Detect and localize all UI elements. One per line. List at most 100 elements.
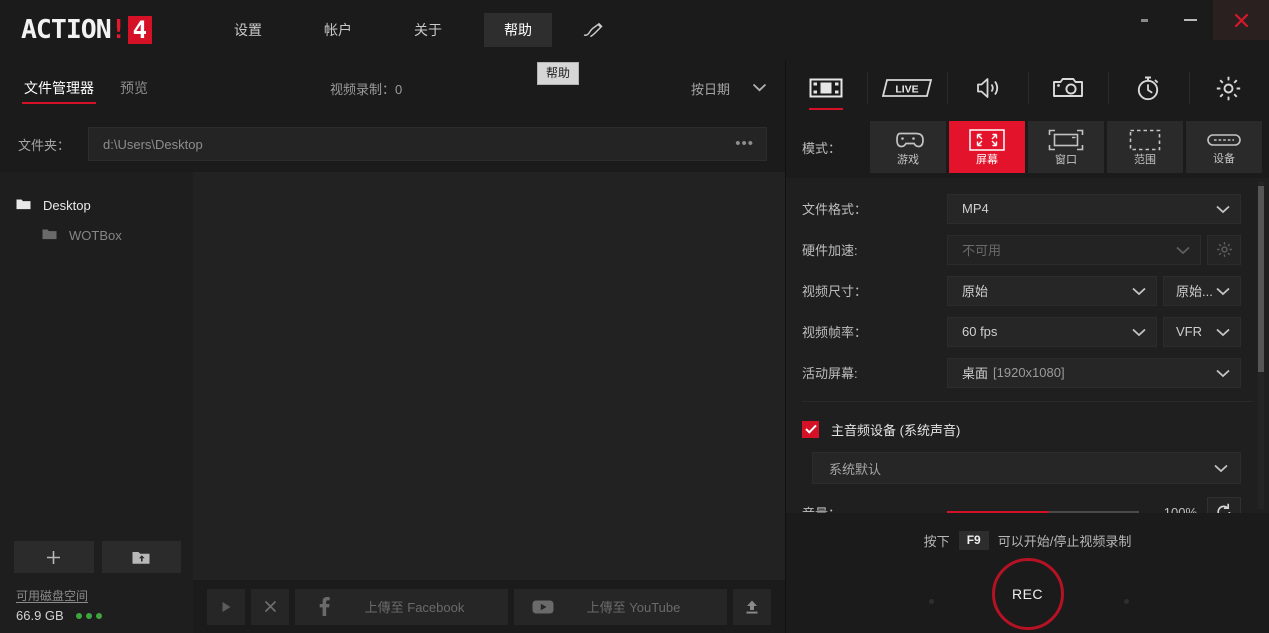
upload-button[interactable] bbox=[733, 589, 771, 625]
logo-text: ACTION! bbox=[21, 17, 126, 43]
hardware-accel-value: 不可用 bbox=[962, 240, 1001, 259]
volume-label: 音量： bbox=[802, 503, 947, 514]
framerate-mode-select[interactable]: VFR bbox=[1163, 317, 1241, 347]
framerate-select[interactable]: 60 fps bbox=[947, 317, 1157, 347]
mode-button-label: 窗口 bbox=[1055, 154, 1077, 166]
settings-scrollbar-thumb[interactable] bbox=[1258, 186, 1264, 372]
device-icon bbox=[1206, 130, 1242, 150]
disk-space-indicator bbox=[76, 613, 102, 619]
delete-button[interactable] bbox=[251, 589, 289, 625]
menu-about[interactable]: 关于 bbox=[394, 13, 462, 47]
hardware-accel-label: 硬件加速: bbox=[802, 240, 947, 259]
video-size-value: 原始 bbox=[962, 281, 988, 300]
facebook-icon bbox=[311, 597, 337, 616]
settings-divider bbox=[802, 401, 1253, 402]
ellipsis-icon[interactable]: ••• bbox=[735, 139, 754, 149]
record-button[interactable]: REC bbox=[992, 558, 1064, 630]
live-icon: LIVE bbox=[881, 76, 933, 100]
menu-settings[interactable]: 设置 bbox=[214, 13, 282, 47]
mode-button-label: 屏幕 bbox=[976, 154, 998, 166]
play-button[interactable] bbox=[207, 589, 245, 625]
file-action-bar: 上傳至 Facebook 上傳至 YouTube bbox=[193, 580, 785, 633]
folder-path-input[interactable]: d:\Users\Desktop ••• bbox=[88, 127, 767, 161]
folder-tree: Desktop WOTBox bbox=[0, 190, 193, 541]
tab-preview[interactable]: 预览 bbox=[118, 71, 150, 105]
hotkey-suffix: 可以开始/停止视频录制 bbox=[998, 531, 1132, 550]
tree-item-wotbox[interactable]: WOTBox bbox=[0, 220, 193, 250]
menu-account[interactable]: 帐户 bbox=[304, 13, 372, 47]
tab-video[interactable] bbox=[786, 60, 867, 116]
upload-facebook-button[interactable]: 上傳至 Facebook bbox=[295, 589, 508, 625]
sort-control[interactable]: 按日期 bbox=[691, 79, 767, 98]
video-size-preset-value: 原始... bbox=[1176, 281, 1213, 300]
pen-icon[interactable] bbox=[580, 17, 606, 43]
file-list[interactable] bbox=[193, 172, 785, 580]
tab-screenshot[interactable] bbox=[1028, 60, 1109, 116]
tab-file-manager[interactable]: 文件管理器 bbox=[22, 71, 96, 105]
video-size-select[interactable]: 原始 bbox=[947, 276, 1157, 306]
film-strip-icon bbox=[809, 75, 843, 101]
mode-buttons: 游戏 屏幕 窗口 范围 bbox=[870, 121, 1262, 173]
file-format-select[interactable]: MP4 bbox=[947, 194, 1241, 224]
active-screen-label: 活动屏幕: bbox=[802, 363, 947, 382]
file-manager-panel: 文件管理器 预览 视频录制：0 按日期 文件夹： d:\Users\Deskto… bbox=[0, 60, 785, 633]
disk-space-label: 可用磁盘空间 bbox=[16, 587, 193, 604]
mode-region-button[interactable]: 范围 bbox=[1107, 121, 1183, 173]
window-controls bbox=[1121, 0, 1269, 46]
mode-device-button[interactable]: 设备 bbox=[1186, 121, 1262, 173]
upload-youtube-label: 上傳至 YouTube bbox=[566, 597, 727, 616]
tab-benchmark[interactable] bbox=[1108, 60, 1189, 116]
mode-window-button[interactable]: 窗口 bbox=[1028, 121, 1104, 173]
tree-item-desktop[interactable]: Desktop bbox=[0, 190, 193, 220]
file-manager-tabs: 文件管理器 预览 视频录制：0 按日期 bbox=[0, 60, 785, 116]
video-size-preset-select[interactable]: 原始... bbox=[1163, 276, 1241, 306]
chevron-down-icon bbox=[752, 79, 767, 97]
reset-icon bbox=[1215, 503, 1233, 513]
capture-panel: LIVE 模式： bbox=[785, 60, 1269, 633]
close-icon[interactable] bbox=[1213, 0, 1269, 40]
file-format-value: MP4 bbox=[962, 201, 989, 216]
mode-button-label: 设备 bbox=[1213, 153, 1235, 165]
settings-scrollbar[interactable] bbox=[1258, 182, 1264, 509]
audio-device-header: 主音频设备 (系统声音) bbox=[786, 408, 1269, 442]
dot-icon[interactable] bbox=[1121, 0, 1167, 40]
main-menu: 设置 帐户 关于 帮助 bbox=[214, 13, 606, 47]
setting-file-format: 文件格式： MP4 bbox=[786, 188, 1269, 229]
gear-icon bbox=[1216, 241, 1233, 258]
add-folder-button[interactable] bbox=[14, 541, 94, 573]
hardware-accel-select[interactable]: 不可用 bbox=[947, 235, 1201, 265]
menu-help[interactable]: 帮助 bbox=[484, 13, 552, 47]
region-dashed-icon bbox=[1129, 129, 1161, 151]
tab-settings[interactable] bbox=[1189, 60, 1269, 116]
volume-value: 100% bbox=[1139, 505, 1197, 514]
open-folder-button[interactable] bbox=[102, 541, 182, 573]
audio-device-checkbox[interactable] bbox=[802, 421, 819, 438]
minimize-icon[interactable] bbox=[1167, 0, 1213, 40]
mode-label: 模式： bbox=[802, 138, 870, 157]
hardware-accel-settings-button[interactable] bbox=[1207, 235, 1241, 265]
chevron-down-icon bbox=[1176, 242, 1190, 257]
setting-hardware-accel: 硬件加速: 不可用 bbox=[786, 229, 1269, 270]
setting-framerate: 视频帧率： 60 fps VFR bbox=[786, 311, 1269, 352]
audio-device-select[interactable]: 系统默认 bbox=[812, 452, 1241, 484]
upload-youtube-button[interactable]: 上傳至 YouTube bbox=[514, 589, 727, 625]
volume-slider[interactable] bbox=[947, 506, 1139, 513]
folder-tree-panel: Desktop WOTBox bbox=[0, 172, 193, 633]
logo-bang: ! bbox=[111, 15, 126, 45]
help-tooltip: 帮助 bbox=[537, 62, 579, 85]
logo-version-badge: 4 bbox=[128, 16, 152, 44]
tab-audio[interactable] bbox=[947, 60, 1028, 116]
mode-game-button[interactable]: 游戏 bbox=[870, 121, 946, 173]
folder-label: 文件夹： bbox=[18, 135, 88, 154]
mode-screen-button[interactable]: 屏幕 bbox=[949, 121, 1025, 173]
folder-path-value: d:\Users\Desktop bbox=[103, 137, 203, 152]
check-icon bbox=[805, 424, 817, 434]
tab-live[interactable]: LIVE bbox=[867, 60, 948, 116]
active-screen-select[interactable]: 桌面 [1920x1080] bbox=[947, 358, 1241, 388]
capture-tabs: LIVE bbox=[786, 60, 1269, 116]
window-icon bbox=[1048, 129, 1084, 151]
active-screen-resolution: [1920x1080] bbox=[993, 365, 1065, 380]
volume-reset-button[interactable] bbox=[1207, 497, 1241, 513]
stopwatch-icon bbox=[1134, 74, 1162, 102]
app-logo: ACTION! 4 bbox=[22, 15, 152, 45]
